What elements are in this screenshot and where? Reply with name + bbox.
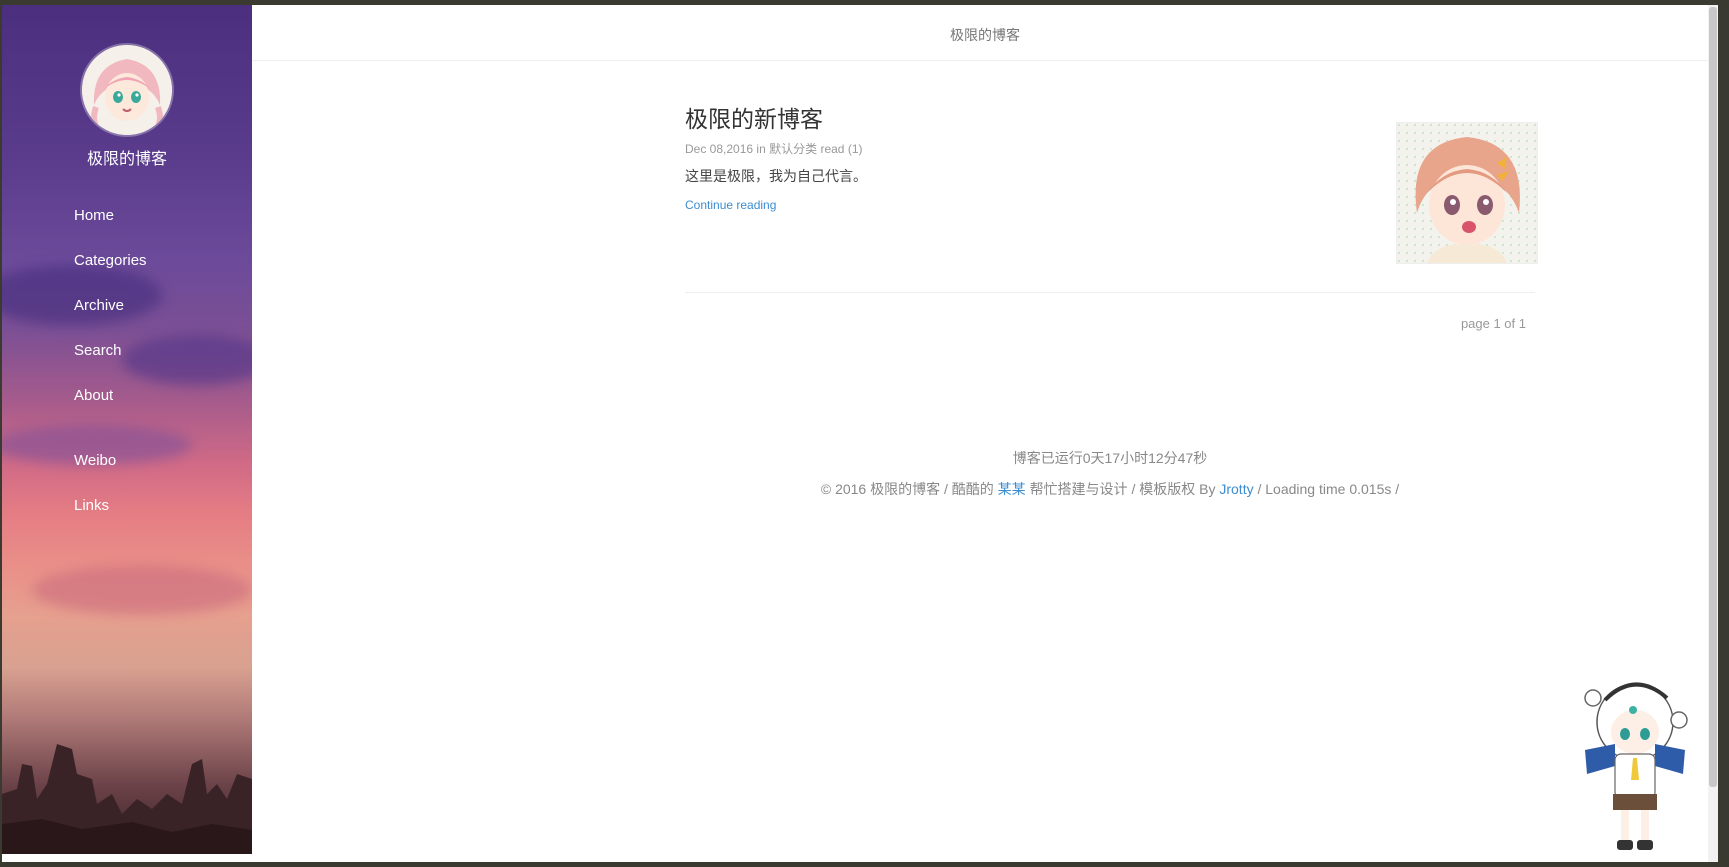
post-category-link[interactable]: 默认分类 xyxy=(769,142,817,156)
avatar-icon xyxy=(82,45,172,135)
page-window: 极限的博客 Home Categories Archive Search Abo… xyxy=(2,5,1718,862)
sidebar-blog-name[interactable]: 极限的博客 xyxy=(2,145,252,169)
post-divider xyxy=(685,292,1535,293)
footer-middle-text: 帮忙搭建与设计 / 模板版权 By xyxy=(1029,481,1216,497)
continue-reading-link[interactable]: Continue reading xyxy=(685,198,776,212)
cloud-decoration xyxy=(32,565,252,615)
sidebar: 极限的博客 Home Categories Archive Search Abo… xyxy=(2,5,252,854)
nav-item-categories[interactable]: Categories xyxy=(74,253,147,300)
footer-loading-time: / Loading time 0.015s / xyxy=(1257,481,1400,497)
nav-item-home[interactable]: Home xyxy=(74,208,147,255)
footer-runtime: 博客已运行0天17小时12分47秒 xyxy=(1012,450,1208,466)
top-header: 极限的博客 xyxy=(252,5,1718,61)
post-date: Dec 08,2016 xyxy=(685,142,754,156)
avatar[interactable] xyxy=(82,45,172,135)
city-skyline-decoration xyxy=(2,744,252,854)
footer-copyright-prefix: © 2016 极限的博客 / 酷酷的 xyxy=(820,481,994,497)
footer-copyright: © 2016 极限的博客 / 酷酷的 某某 帮忙搭建与设计 / 模板版权 By … xyxy=(685,479,1535,499)
nav-item-about[interactable]: About xyxy=(74,388,147,435)
post-thumbnail[interactable] xyxy=(1396,122,1538,264)
site-footer: 博客已运行0天17小时12分47秒 © 2016 极限的博客 / 酷酷的 某某 … xyxy=(685,448,1535,499)
page-scrollbar[interactable] xyxy=(1708,5,1718,862)
nav-item-weibo[interactable]: Weibo xyxy=(74,453,147,500)
mascot-character-icon[interactable] xyxy=(1575,670,1695,860)
post-read-count: (1) xyxy=(847,142,863,156)
footer-designer-link[interactable]: 某某 xyxy=(998,481,1026,497)
anime-girl-thumbnail-icon xyxy=(1397,123,1537,263)
nav-item-links[interactable]: Links xyxy=(74,498,147,545)
sidebar-nav: Home Categories Archive Search About Wei… xyxy=(74,208,147,545)
footer-template-link[interactable]: Jrotty xyxy=(1219,481,1253,497)
browser-frame: 极限的博客 Home Categories Archive Search Abo… xyxy=(0,0,1729,867)
header-title[interactable]: 极限的博客 xyxy=(252,25,1718,45)
post-in-word: in xyxy=(756,142,766,156)
post-read-label: read xyxy=(820,142,845,156)
nav-item-search[interactable]: Search xyxy=(74,343,147,390)
scrollbar-thumb[interactable] xyxy=(1709,7,1717,787)
nav-item-archive[interactable]: Archive xyxy=(74,298,147,345)
pagination-text: page 1 of 1 xyxy=(1460,316,1526,331)
